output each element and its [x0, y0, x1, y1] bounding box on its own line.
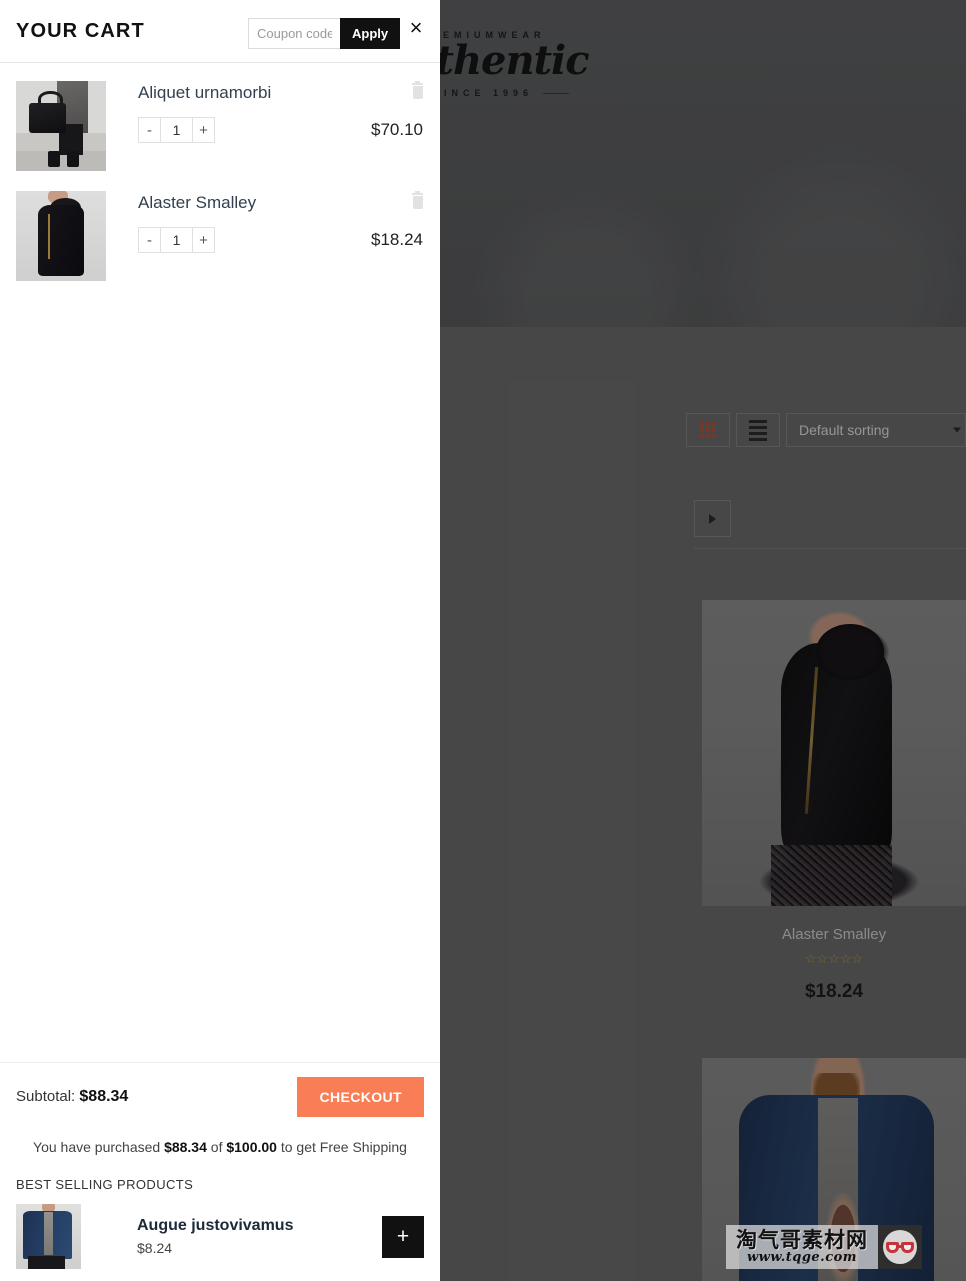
cart-footer: Subtotal: $88.34 CHECKOUT You have purch…	[0, 1062, 440, 1281]
cart-item-price: $18.24	[371, 230, 423, 249]
watermark: 淘气哥素材网 www.tqge.com	[726, 1225, 922, 1269]
best-selling-item: Augue justovivamus $8.24 +	[16, 1204, 424, 1269]
free-shipping-note: You have purchased $88.34 of $100.00 to …	[16, 1139, 424, 1155]
cart-item-price: $70.10	[371, 120, 423, 139]
cart-item-thumbnail[interactable]	[16, 191, 106, 281]
trash-icon[interactable]	[411, 191, 424, 209]
checkout-button[interactable]: CHECKOUT	[297, 1077, 424, 1117]
shipping-note-prefix: You have purchased	[33, 1139, 165, 1155]
glasses-icon	[886, 1241, 914, 1253]
quantity-stepper: - 1 +	[138, 117, 215, 143]
cart-item: Alaster Smalley - 1 + $18.24	[0, 171, 440, 281]
best-selling-thumbnail[interactable]	[16, 1204, 81, 1269]
best-selling-name[interactable]: Augue justovivamus	[137, 1217, 382, 1235]
trash-icon[interactable]	[411, 81, 424, 99]
quantity-increase-button[interactable]: +	[193, 118, 214, 142]
quantity-increase-button[interactable]: +	[193, 228, 214, 252]
cart-panel: YOUR CART Apply × Aliquet urnamorbi	[0, 0, 440, 1281]
add-to-cart-button[interactable]: +	[382, 1215, 424, 1258]
cart-item: Aliquet urnamorbi - 1 + $70.10	[0, 63, 440, 171]
shipping-note-purchased: $88.34	[164, 1139, 207, 1155]
watermark-url-text: www.tqge.com	[746, 1249, 858, 1265]
shipping-note-suffix: to get Free Shipping	[276, 1139, 407, 1155]
cart-header: YOUR CART Apply ×	[0, 0, 440, 63]
quantity-decrease-button[interactable]: -	[139, 228, 160, 252]
quantity-value[interactable]: 1	[160, 118, 193, 142]
cart-subtotal: Subtotal: $88.34	[16, 1088, 128, 1106]
watermark-badge	[878, 1225, 922, 1269]
cart-item-thumbnail[interactable]	[16, 81, 106, 171]
cart-item-name[interactable]: Aliquet urnamorbi	[138, 83, 424, 103]
watermark-chinese-text: 淘气哥素材网	[736, 1227, 868, 1252]
quantity-decrease-button[interactable]: -	[139, 118, 160, 142]
coupon-form: Apply	[248, 18, 401, 49]
shipping-note-threshold: $100.00	[226, 1139, 277, 1155]
best-selling-heading: BEST SELLING PRODUCTS	[16, 1177, 194, 1192]
cart-items-list: Aliquet urnamorbi - 1 + $70.10 Alaster S…	[0, 63, 440, 281]
apply-coupon-button[interactable]: Apply	[340, 18, 401, 49]
quantity-value[interactable]: 1	[160, 228, 193, 252]
best-selling-price: $8.24	[137, 1240, 173, 1256]
coupon-code-input[interactable]	[248, 18, 340, 49]
cart-title: YOUR CART	[16, 19, 145, 42]
quantity-stepper: - 1 +	[138, 227, 215, 253]
subtotal-value: $88.34	[79, 1088, 129, 1105]
close-icon[interactable]: ×	[404, 16, 428, 40]
shipping-note-mid: of	[206, 1139, 227, 1155]
app-root: PREMIUMWEAR Authentic SINCE 1996 Default…	[0, 0, 966, 1281]
cart-item-name[interactable]: Alaster Smalley	[138, 193, 424, 213]
subtotal-label: Subtotal:	[16, 1088, 76, 1105]
